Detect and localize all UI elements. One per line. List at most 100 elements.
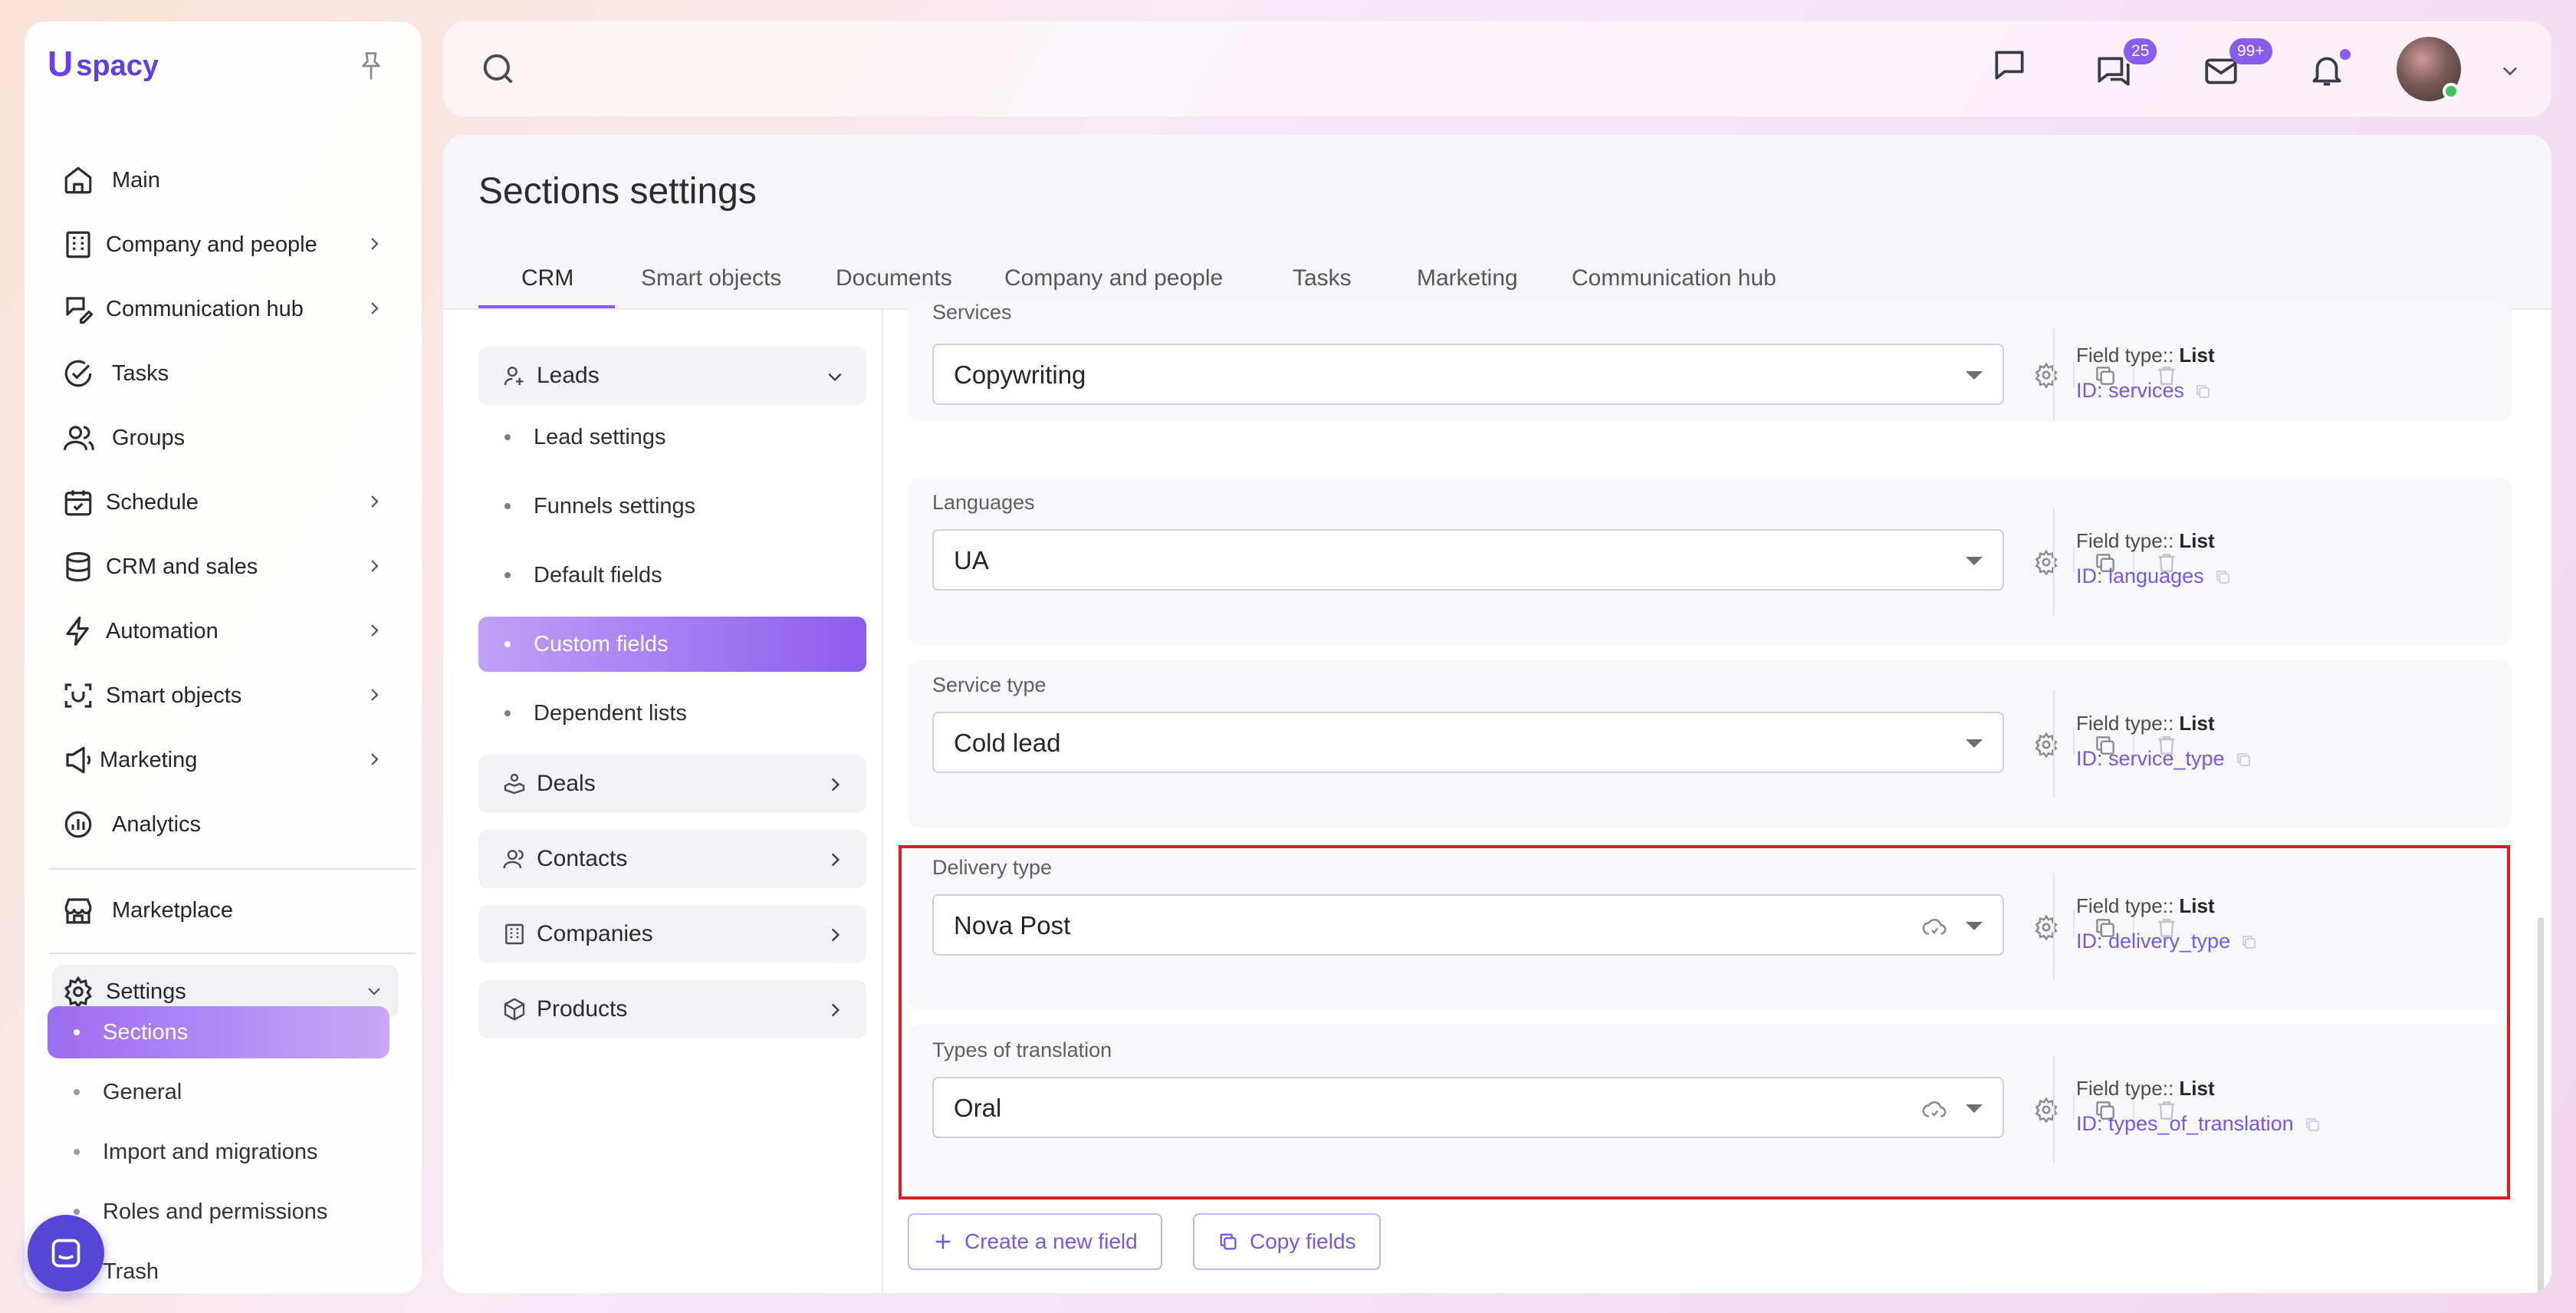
menu-group-contacts[interactable]: Contacts: [478, 830, 866, 888]
store-icon: [60, 892, 97, 929]
pin-icon[interactable]: [357, 51, 385, 81]
menu-item-custom-fields[interactable]: Custom fields: [478, 617, 866, 672]
menu-group-products[interactable]: Products: [478, 980, 866, 1038]
sidebar-item-smart-objects[interactable]: Smart objects: [52, 669, 399, 722]
chevron-down-icon[interactable]: [2499, 60, 2521, 81]
tab-smart-objects[interactable]: Smart objects: [641, 265, 781, 291]
sidebar-item-analytics[interactable]: Analytics: [52, 798, 399, 851]
chevron-right-icon: [825, 1000, 845, 1020]
field-label: Services: [932, 301, 1012, 324]
online-status-dot: [2443, 83, 2459, 100]
sidebar-item-crm[interactable]: CRM and sales: [52, 540, 399, 594]
field-type: Field type:: List: [2076, 529, 2215, 552]
box-icon: [501, 996, 527, 1022]
mail-badge: 99+: [2229, 38, 2272, 64]
sidebar-sub-import[interactable]: Import and migrations: [48, 1126, 389, 1178]
caret-down-icon: [1966, 557, 1983, 565]
calendar-icon: [60, 484, 97, 521]
chevron-right-icon: [365, 492, 383, 511]
chevron-right-icon: [365, 621, 383, 640]
chat-widget-icon: [51, 1239, 80, 1268]
menu-item-default-fields[interactable]: Default fields: [478, 548, 866, 603]
logo[interactable]: Uspacy: [48, 46, 159, 81]
copy-fields-button[interactable]: Copy fields: [1193, 1213, 1381, 1270]
sidebar-item-marketplace[interactable]: Marketplace: [52, 884, 399, 937]
sidebar-sub-general[interactable]: General: [48, 1066, 389, 1118]
field-id: ID: service_type: [2076, 747, 2252, 771]
field-id: ID: services: [2076, 379, 2212, 403]
chevron-right-icon: [365, 557, 383, 575]
gear-icon[interactable]: [2033, 732, 2059, 758]
building-icon: [501, 921, 527, 947]
tab-crm[interactable]: CRM: [521, 265, 573, 291]
messages-icon[interactable]: [1990, 46, 2029, 84]
plus-icon: [935, 1234, 951, 1249]
menu-group-companies[interactable]: Companies: [478, 905, 866, 963]
field-card: Languages UA Field type:: List ID: langu…: [908, 477, 2512, 646]
tab-documents[interactable]: Documents: [836, 265, 952, 291]
field-id: ID: languages: [2076, 564, 2232, 588]
chevron-down-icon: [365, 982, 383, 1000]
copy-id-icon: [2196, 384, 2210, 398]
tab-marketing[interactable]: Marketing: [1417, 265, 1518, 291]
field-label: Languages: [932, 491, 1035, 514]
menu-group-deals[interactable]: Deals: [478, 755, 866, 813]
handshake-icon: [501, 771, 527, 797]
caret-down-icon: [1966, 739, 1983, 748]
sidebar-sub-sections[interactable]: Sections: [48, 1006, 389, 1058]
copy-icon: [1220, 1233, 1237, 1250]
sidebar-item-main[interactable]: Main: [52, 153, 399, 207]
sidebar-item-schedule[interactable]: Schedule: [52, 476, 399, 529]
building-icon: [60, 226, 97, 263]
chevron-down-icon: [825, 367, 845, 387]
tab-tasks[interactable]: Tasks: [1293, 265, 1352, 291]
sidebar-item-automation[interactable]: Automation: [52, 604, 399, 658]
chevron-right-icon: [365, 235, 383, 253]
copy-id-icon: [2216, 570, 2229, 584]
tab-company-and-people[interactable]: Company and people: [1004, 265, 1223, 291]
database-icon: [60, 548, 97, 585]
sidebar-item-groups[interactable]: Groups: [52, 411, 399, 465]
sidebar-item-communication[interactable]: Communication hub: [52, 282, 399, 336]
highlight-box: [899, 845, 2510, 1199]
contacts-icon: [501, 846, 527, 872]
chevron-right-icon: [825, 775, 845, 795]
field-card: Services Copywriting Field type:: List I…: [908, 301, 2512, 422]
check-circle-icon: [60, 355, 97, 392]
field-type: Field type:: List: [2076, 712, 2215, 735]
gear-icon[interactable]: [2033, 362, 2059, 388]
sidebar-item-company[interactable]: Company and people: [52, 218, 399, 271]
menu-item-funnels-settings[interactable]: Funnels settings: [478, 479, 866, 534]
tab-communication-hub[interactable]: Communication hub: [1572, 265, 1776, 291]
field-label: Service type: [932, 673, 1046, 696]
sidebar-divider: [49, 953, 416, 954]
menu-item-lead-settings[interactable]: Lead settings: [478, 410, 866, 465]
user-plus-icon: [501, 363, 527, 389]
chats-badge: 25: [2124, 38, 2157, 64]
sidebar-item-tasks[interactable]: Tasks: [52, 347, 399, 400]
sidebar-item-marketing[interactable]: Marketing: [52, 733, 399, 787]
lightning-icon: [60, 613, 97, 650]
sidebar-sub-roles[interactable]: Roles and permissions: [48, 1186, 389, 1238]
chevron-right-icon: [365, 750, 383, 768]
menu-item-dependent-lists[interactable]: Dependent lists: [478, 686, 866, 741]
users-icon: [60, 420, 97, 456]
scan-icon: [60, 677, 97, 714]
gear-icon[interactable]: [2033, 549, 2059, 575]
notification-dot: [2340, 49, 2351, 60]
field-card: Service type Cold lead Field type:: List…: [908, 660, 2512, 828]
field-type: Field type:: List: [2076, 344, 2215, 367]
create-new-field-button[interactable]: Create a new field: [908, 1213, 1162, 1270]
column-divider: [882, 310, 883, 1293]
chevron-right-icon: [365, 686, 383, 704]
menu-group-leads[interactable]: Leads: [478, 347, 866, 405]
page-title: Sections settings: [478, 171, 757, 212]
search-icon[interactable]: [478, 49, 518, 89]
content-scrollbar[interactable]: [2538, 917, 2544, 1293]
field-select[interactable]: Copywriting: [932, 344, 2004, 405]
megaphone-icon: [60, 742, 97, 778]
field-select[interactable]: Cold lead: [932, 712, 2004, 773]
support-chat-button[interactable]: [28, 1215, 104, 1292]
field-select[interactable]: UA: [932, 529, 2004, 591]
copy-id-icon: [2236, 752, 2250, 766]
